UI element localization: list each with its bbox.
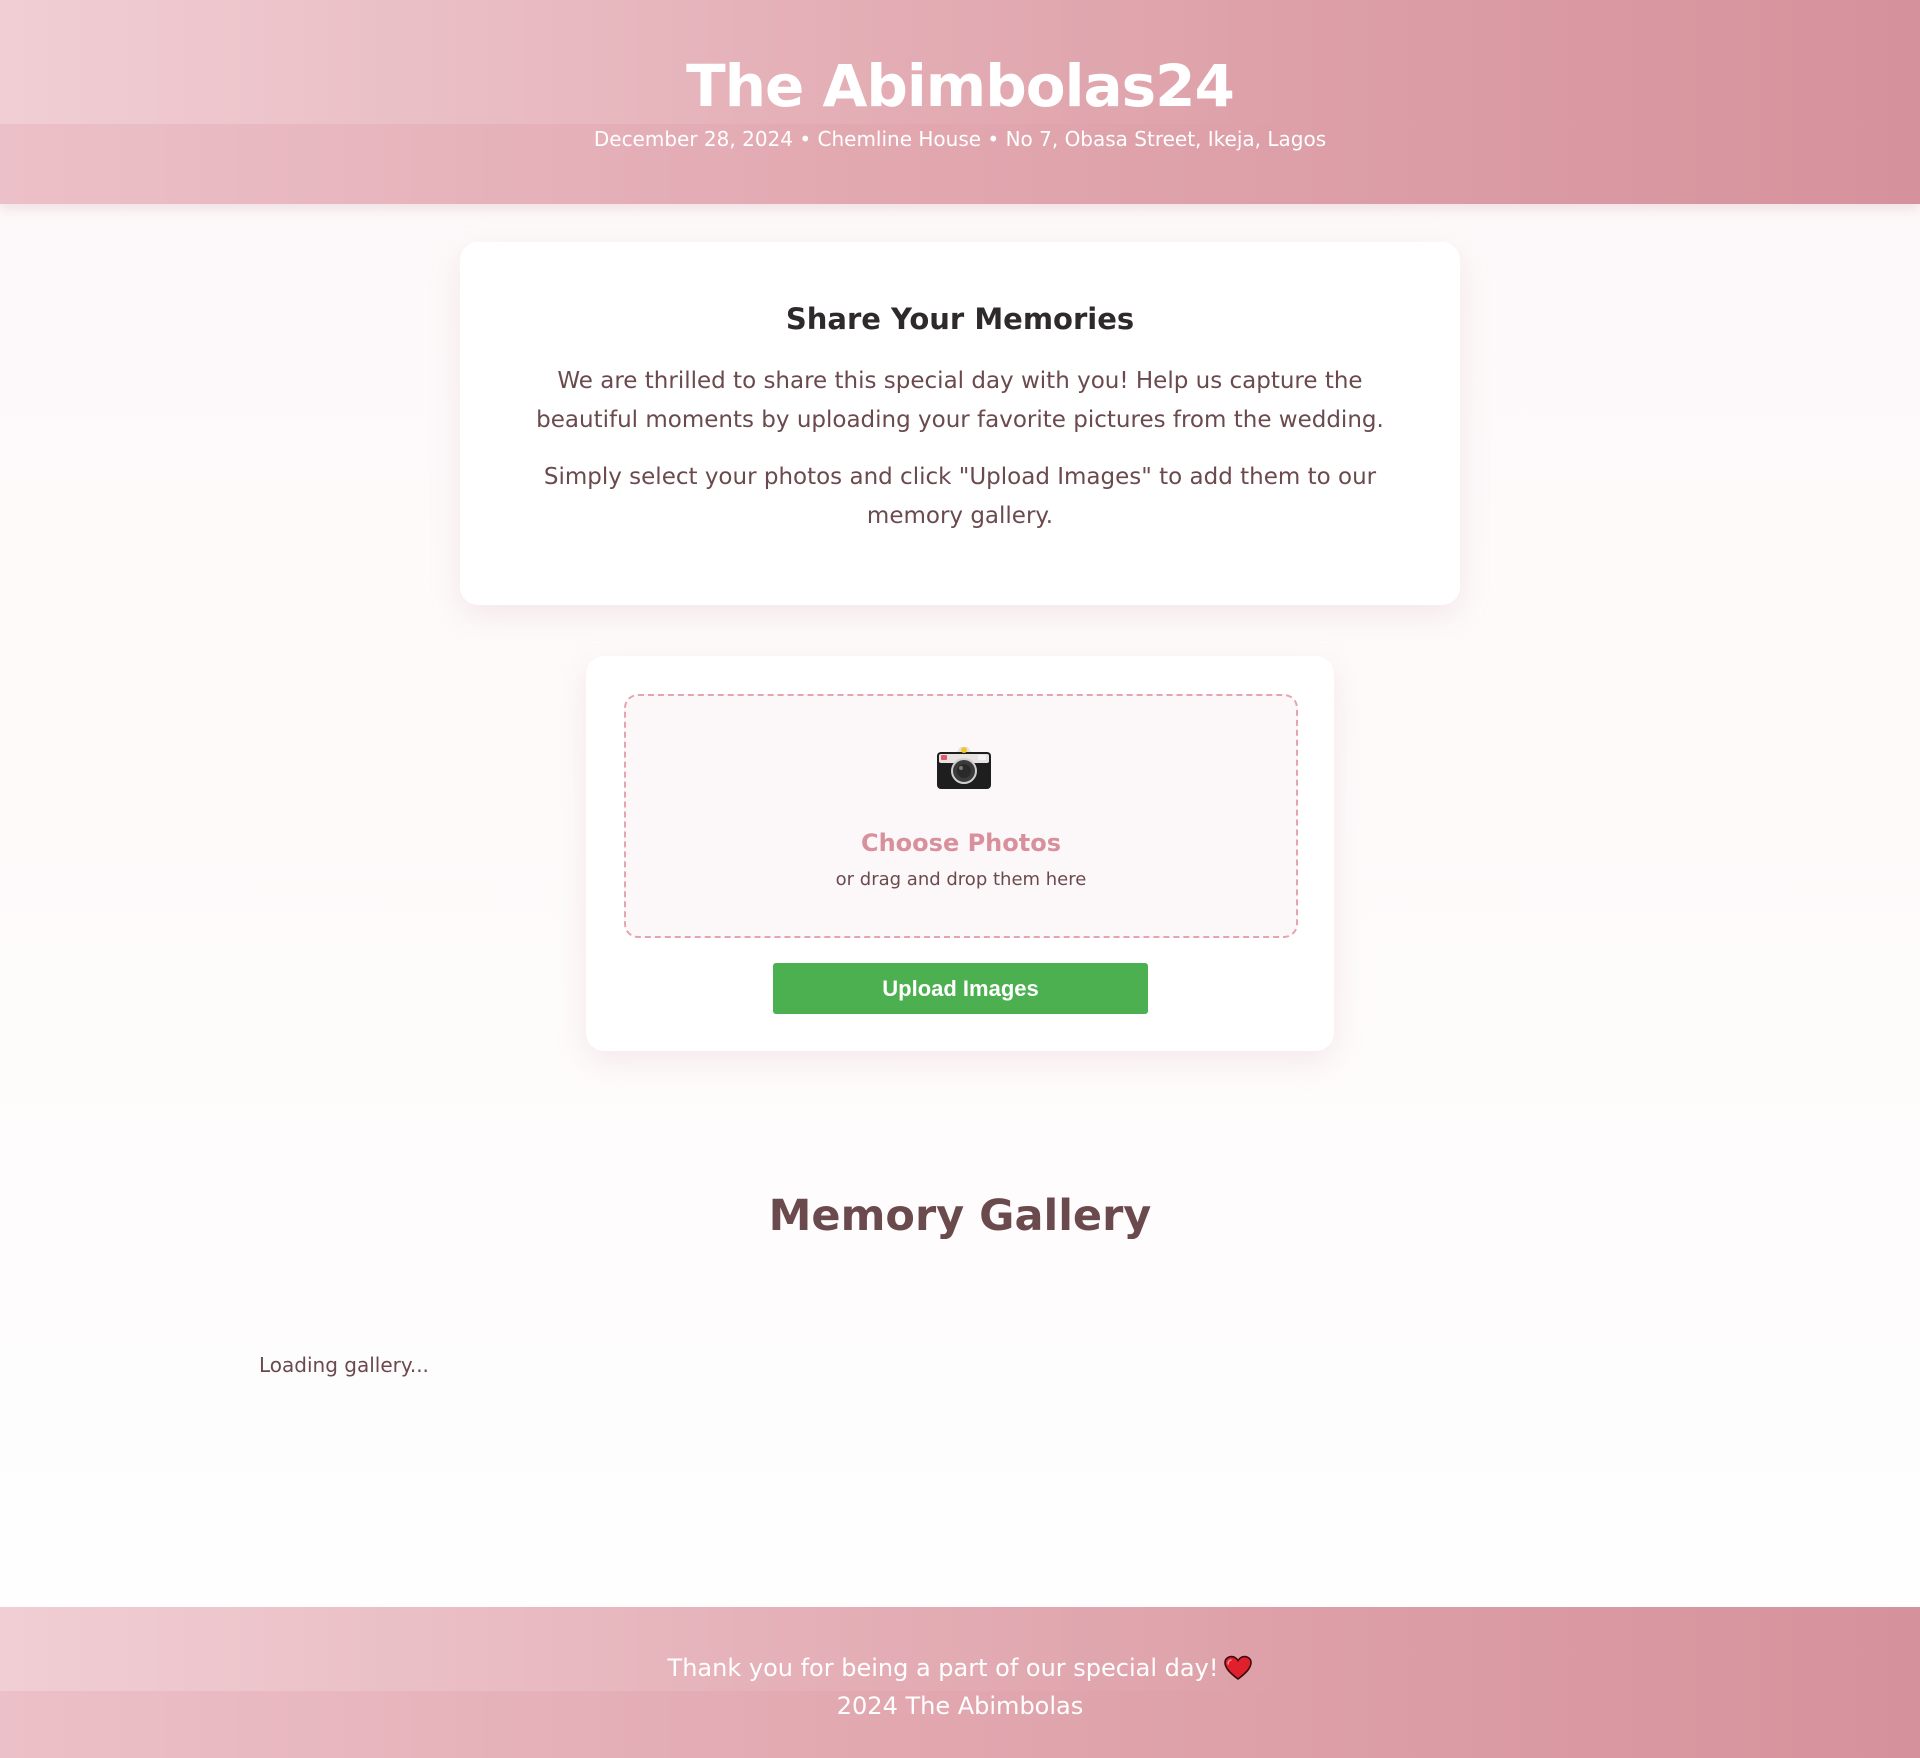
event-details: December 28, 2024 • Chemline House • No … — [593, 127, 1327, 151]
footer-thanks-line: Thank you for being a part of our specia… — [0, 1607, 1920, 1687]
site-header: The Abimbolas24 December 28, 2024 • Chem… — [0, 0, 1920, 204]
intro-heading: Share Your Memories — [785, 302, 1135, 336]
site-footer: Thank you for being a part of our specia… — [0, 1607, 1920, 1758]
gallery-title: Memory Gallery — [768, 1191, 1152, 1241]
site-title: The Abimbolas24 — [686, 52, 1235, 120]
camera-icon — [937, 747, 991, 789]
gallery-loading-status: Loading gallery... — [259, 1353, 429, 1377]
upload-images-button[interactable]: Upload Images — [773, 963, 1148, 1014]
drag-drop-hint: or drag and drop them here — [835, 869, 1087, 890]
upload-card: Choose Photos or drag and drop them here… — [586, 656, 1334, 1051]
intro-paragraph: We are thrilled to share this special da… — [536, 368, 1384, 433]
choose-photos-label[interactable]: Choose Photos — [626, 828, 1296, 858]
footer-thanks: Thank you for being a part of our specia… — [667, 1654, 1219, 1682]
intro-instructions: Simply select your photos and click "Upl… — [543, 464, 1377, 529]
intro-card: Share Your Memories We are thrilled to s… — [460, 242, 1460, 605]
heart-icon — [1224, 1655, 1253, 1681]
footer-copyright: 2024 The Abimbolas — [836, 1692, 1084, 1720]
photo-dropzone[interactable]: Choose Photos or drag and drop them here — [624, 694, 1298, 938]
